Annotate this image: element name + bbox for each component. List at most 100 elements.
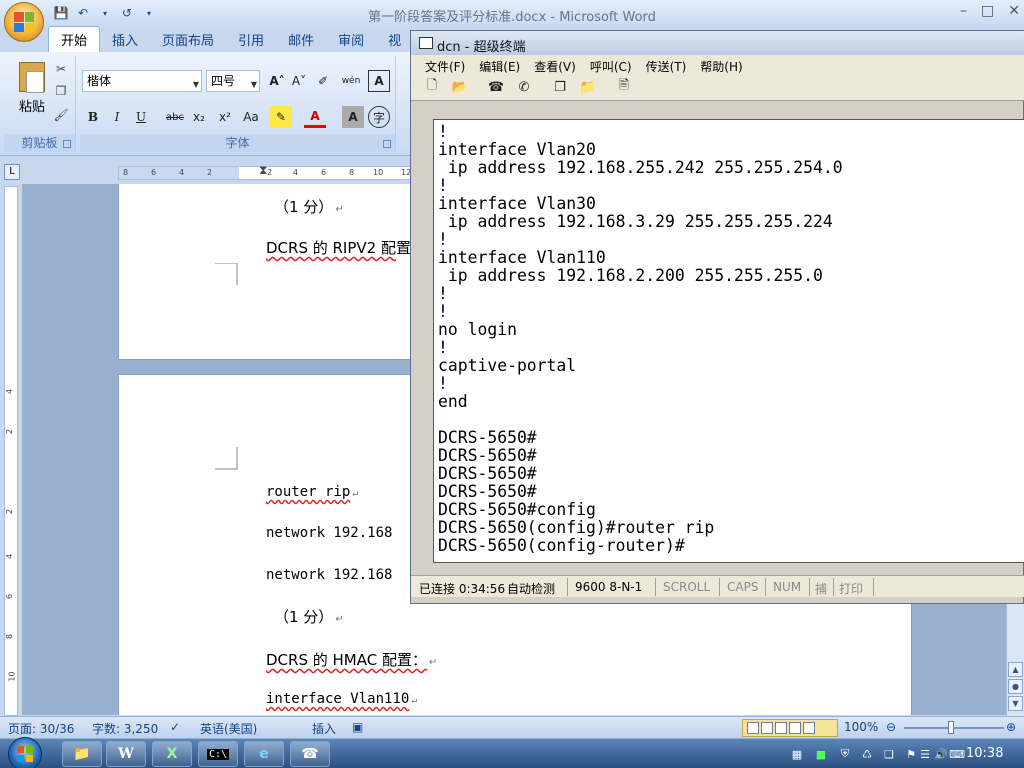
menu-edit[interactable]: 编辑(E) [479, 58, 520, 75]
language[interactable]: 英语(美国) [200, 720, 257, 737]
subscript-icon[interactable]: x₂ [188, 106, 210, 128]
word-count[interactable]: 字数: 3,250 [92, 720, 158, 737]
menu-call[interactable]: 呼叫(C) [590, 58, 632, 75]
send-icon[interactable]: ❐ [551, 79, 569, 95]
ruler-tick: 4 [293, 168, 299, 177]
full-screen-reading-icon[interactable] [761, 722, 773, 734]
terminal-line: DCRS-5650# [438, 428, 537, 447]
font-color-icon[interactable]: A [304, 106, 326, 128]
tab-review[interactable]: 审阅 [326, 27, 376, 52]
tab-view[interactable]: 视 [376, 27, 413, 52]
terminal-line: ! [438, 176, 448, 195]
character-border-icon[interactable]: A [368, 70, 390, 92]
draft-icon[interactable] [803, 722, 815, 734]
font-dialog-launcher-icon[interactable] [383, 140, 391, 148]
receive-icon[interactable]: 📁 [579, 79, 597, 95]
terminal-line: DCRS-5650(config)#router rip [438, 518, 715, 537]
tab-insert[interactable]: 插入 [100, 27, 150, 52]
shield-icon[interactable]: ⛨ [838, 747, 852, 761]
clear-formatting-icon[interactable]: ✐ [312, 70, 334, 92]
ime-icon[interactable]: ⌨ [949, 747, 965, 761]
superscript-icon[interactable]: x² [214, 106, 236, 128]
enclose-characters-icon[interactable]: 字 [368, 106, 390, 128]
next-page-icon[interactable]: ▼ [1008, 696, 1023, 711]
action-center-icon[interactable]: ⚑ [904, 747, 918, 761]
menu-file[interactable]: 文件(F) [425, 58, 465, 75]
tray-update-icon[interactable]: ♺ [860, 747, 874, 761]
print-layout-icon[interactable] [747, 722, 759, 734]
bold-icon[interactable]: B [82, 106, 104, 128]
font-size-combo[interactable]: 四号 ▼ [206, 70, 260, 92]
terminal-line: DCRS-5650#config [438, 500, 596, 519]
proofing-icon[interactable]: ✓ [170, 720, 180, 734]
tab-mailings[interactable]: 邮件 [276, 27, 326, 52]
font-name-combo[interactable]: 楷体 ▼ [82, 70, 202, 92]
terminal-screen[interactable]: ! interface Vlan20 ip address 192.168.255… [433, 119, 1024, 563]
phonetic-guide-icon[interactable]: wén [340, 70, 362, 92]
minimize-icon[interactable]: – [960, 3, 967, 19]
cmd-taskbar-button[interactable]: C:\ [198, 741, 238, 767]
tab-selector-icon[interactable]: L [4, 164, 20, 180]
web-layout-icon[interactable] [775, 722, 787, 734]
network-icon[interactable]: ☰ [918, 747, 932, 761]
highlight-icon[interactable]: ✎ [270, 106, 292, 128]
office-button[interactable] [4, 2, 44, 42]
italic-icon[interactable]: I [106, 106, 128, 128]
terminal-line: ! [438, 284, 448, 303]
tab-page-layout[interactable]: 页面布局 [150, 27, 226, 52]
new-connection-icon[interactable]: 🗋 [423, 78, 441, 95]
explorer-taskbar-button[interactable]: 📁 [62, 741, 102, 767]
tab-references[interactable]: 引用 [226, 27, 276, 52]
horizontal-ruler[interactable]: 8 6 4 2 ⧗ 2 4 6 8 10 12 [118, 163, 418, 180]
copy-icon[interactable]: ❐ [52, 82, 70, 100]
terminal-output: ! interface Vlan20 ip address 192.168.255… [438, 123, 843, 555]
grow-font-icon[interactable]: A˄ [266, 70, 288, 92]
previous-page-icon[interactable]: ▲ [1008, 662, 1023, 677]
zoom-level[interactable]: 100% [844, 720, 878, 734]
tray-green-icon[interactable]: ■ [814, 747, 828, 761]
change-case-icon[interactable]: Aa [240, 106, 262, 128]
paste-button[interactable]: 粘贴 [12, 62, 52, 122]
select-browse-object-icon[interactable]: ● [1008, 679, 1023, 694]
font-group: 楷体 ▼ 四号 ▼ A˄ A˅ ✐ wén A B I U abc x₂ x² … [80, 56, 396, 152]
start-button[interactable] [8, 737, 42, 768]
zoom-slider[interactable] [904, 727, 1004, 729]
zoom-slider-thumb[interactable] [948, 721, 954, 734]
status-divider [833, 578, 834, 596]
close-icon[interactable]: ✕ [1008, 3, 1020, 19]
zoom-in-icon[interactable]: ⊕ [1006, 720, 1016, 734]
properties-icon[interactable]: 🖹 [615, 78, 633, 95]
menu-view[interactable]: 查看(V) [534, 58, 576, 75]
tray-device-icon[interactable]: ❑ [882, 747, 896, 761]
disconnect-icon[interactable]: ✆ [515, 79, 533, 95]
excel-icon: X [166, 746, 178, 762]
menu-transfer[interactable]: 传送(T) [646, 58, 687, 75]
tab-home[interactable]: 开始 [48, 26, 101, 52]
vruler-tick: 2 [5, 428, 15, 435]
macro-record-icon[interactable]: ▣ [352, 720, 363, 734]
insert-mode[interactable]: 插入 [312, 720, 336, 737]
call-icon[interactable]: ☎ [487, 79, 505, 95]
menu-help[interactable]: 帮助(H) [700, 58, 742, 75]
word-taskbar-button[interactable]: W [106, 741, 146, 767]
open-icon[interactable]: 📂 [451, 79, 469, 95]
strikethrough-icon[interactable]: abc [164, 106, 186, 128]
shrink-font-icon[interactable]: A˅ [288, 70, 310, 92]
hyperterminal-taskbar-button[interactable]: ☎ [290, 741, 330, 767]
format-painter-icon[interactable]: 🖌 [52, 106, 70, 124]
volume-icon[interactable]: 🔊 [934, 747, 948, 761]
character-shading-icon[interactable]: A [342, 106, 364, 128]
excel-taskbar-button[interactable]: X [152, 741, 192, 767]
vertical-ruler[interactable]: 4 2 2 4 6 8 10 [4, 186, 18, 716]
maximize-icon[interactable]: □ [981, 3, 994, 19]
status-divider [567, 578, 568, 596]
clipboard-dialog-launcher-icon[interactable] [63, 140, 71, 148]
cut-icon[interactable]: ✂ [52, 60, 70, 78]
zoom-out-icon[interactable]: ⊖ [886, 720, 896, 734]
ie-taskbar-button[interactable]: e [244, 741, 284, 767]
outline-icon[interactable] [789, 722, 801, 734]
tray-app-icon[interactable]: ▦ [790, 747, 804, 761]
system-clock[interactable]: 10:38 [966, 746, 1003, 761]
underline-icon[interactable]: U [130, 106, 152, 128]
page-count[interactable]: 页面: 30/36 [8, 720, 74, 737]
